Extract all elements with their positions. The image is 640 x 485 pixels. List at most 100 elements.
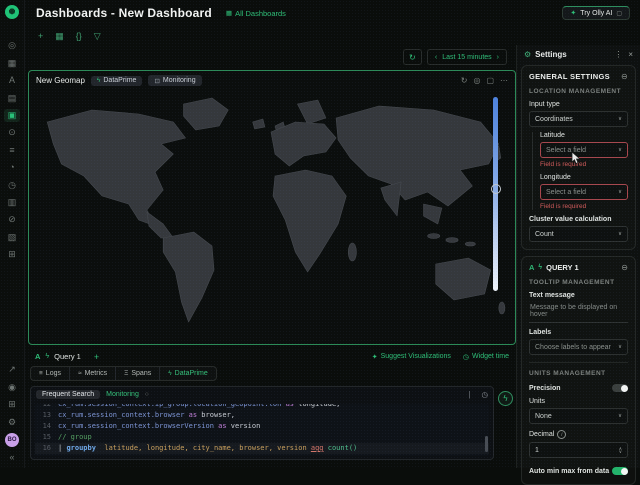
time-range-picker[interactable]: ‹ Last 15 minutes › [427,49,507,65]
settings-icon[interactable]: ⚙ [4,416,20,429]
widget-time-button[interactable]: ◷ Widget time [463,353,509,361]
livetail-icon[interactable]: ▤ [4,92,20,105]
logs-icon[interactable]: ≡ [4,144,20,157]
time-next-icon[interactable]: › [497,54,499,61]
refresh-button[interactable]: ↻ [403,49,422,65]
color-scale-bar[interactable] [493,97,498,291]
time-prev-icon[interactable]: ‹ [435,54,437,61]
world-map[interactable] [33,92,511,340]
insights-icon[interactable]: ⊙ [4,126,20,139]
units-management-label: UNITS MANAGEMENT [529,370,628,377]
collapse-query1-icon[interactable]: ⊖ [621,263,628,272]
location-management-label: LOCATION MANAGEMENT [529,88,628,95]
apps-icon[interactable]: ⊞ [4,398,20,411]
explore-icon[interactable]: ▦ [4,57,20,70]
editor-info-icon[interactable]: ○ [145,391,149,398]
search-icon[interactable]: ◎ [4,39,20,52]
left-sidebar: ◎ ▦ A ▤ ▣ ⊙ ≡ ◔ ◷ ▥ ⊘ ▧ ⊞ ↗ ◉ ⊞ ⚙ BO « [0,0,25,468]
widget-menu-icon[interactable]: ⋯ [500,76,508,85]
precision-toggle[interactable] [612,384,628,392]
share-icon[interactable]: ↗ [4,363,20,376]
geomap-widget[interactable]: New Geomap ϟ DataPrime ⊡ Monitoring ↻◎▢⋯ [28,70,516,345]
security-icon[interactable]: ▧ [4,231,20,244]
labels-label: Labels [529,329,628,336]
sidebar-bottom-icons: ↗ ◉ ⊞ ⚙ [4,359,20,429]
query1-lightning-icon: ϟ [538,264,542,271]
suggest-visualizations-button[interactable]: ✦ Suggest Visualizations [372,353,451,361]
code-area[interactable]: 12cx_rum.session_context.ip_group.locati… [35,404,489,456]
units-select[interactable]: None ∨ [529,408,628,424]
editor-header: Frequent Search Monitoring ○ ⎸ ◷ [31,387,493,402]
collapse-sidebar-icon[interactable]: « [4,451,20,464]
add-widget-icon[interactable]: + [38,32,43,41]
dataprime-badge: ϟ DataPrime [91,76,143,86]
info-icon: i [557,430,566,439]
try-olly-ai-button[interactable]: ✦ Try Olly AI ▢ [562,6,630,20]
monitoring-badge: ⊡ Monitoring [148,75,201,86]
tooltip-management-label: TOOLTIP MANAGEMENT [529,279,628,286]
archive-icon[interactable]: ▥ [4,196,20,209]
widget-header: New Geomap ϟ DataPrime ⊡ Monitoring ↻◎▢⋯ [29,71,515,90]
expand-widget-icon[interactable]: ▢ [486,76,494,85]
tab-dataprime[interactable]: ϟDataPrime [160,367,216,380]
apm-icon[interactable]: ◔ [4,161,20,174]
query-bar: A ϟ Query 1 + ✦ Suggest Visualizations ◷… [28,348,516,365]
auto-minmax-toggle[interactable] [612,467,628,475]
chevron-down-icon: ∨ [618,147,622,153]
tab-logs[interactable]: ≡Logs [31,367,70,380]
text-message-input[interactable]: Message to be displayed on hover [529,302,628,323]
dataprime-indicator-icon[interactable]: ϟ [498,391,513,406]
general-settings-title: GENERAL SETTINGS [529,72,610,81]
all-dashboards-link[interactable]: ▦ All Dashboards [226,9,286,18]
monitoring-tab[interactable]: Monitoring [106,391,139,398]
notifications-icon[interactable]: ◉ [4,381,20,394]
timeline-icon[interactable]: ◷ [4,179,20,192]
metrics-icon: ≈ [78,370,82,377]
input-type-label: Input type [529,101,628,108]
text-message-label: Text message [529,292,628,299]
frequent-search-tab[interactable]: Frequent Search [36,390,100,399]
units-label: Units [529,398,628,405]
integrations-icon[interactable]: ⊞ [4,248,20,261]
add-query-button[interactable]: + [94,352,99,362]
alerts-icon[interactable]: A [4,74,20,87]
editor-scrollbar[interactable] [485,436,488,452]
logs-icon: ≡ [39,370,43,377]
datasource-tabs: ≡Logs≈MetricsΞSpansϟDataPrime [28,365,516,382]
code-line-16: 16| groupby latitude, longitude, city_na… [35,443,489,454]
history-icon[interactable]: ◷ [481,390,488,399]
refresh-widget-icon[interactable]: ↻ [461,76,468,85]
settings-close-icon[interactable]: × [628,50,633,59]
latitude-select[interactable]: Select a field ∨ [540,142,628,158]
code-line-13: 13cx_rum.session_context.browser as brow… [35,410,489,421]
focus-widget-icon[interactable]: ◎ [473,76,480,85]
query1-letter: A [529,263,534,272]
separator: ⎸ [469,390,477,400]
user-avatar[interactable]: BO [5,433,19,447]
tab-metrics[interactable]: ≈Metrics [70,367,116,380]
chevron-down-icon: ∨ [618,413,622,419]
code-line-15: 15// group [35,432,489,443]
chevron-down-icon: ∨ [618,344,622,350]
collapse-general-icon[interactable]: ⊖ [621,72,628,81]
clock-icon: ◷ [463,353,469,361]
coralogix-logo-icon[interactable] [5,5,19,19]
input-type-select[interactable]: Coordinates ∨ [529,111,628,127]
longitude-error: Field is required [540,203,628,210]
labels-select[interactable]: Choose labels to appear ∨ [529,339,628,355]
tab-spans[interactable]: ΞSpans [116,367,160,380]
settings-kebab-icon[interactable]: ⋮ [614,50,622,59]
filter-icon[interactable]: ▽ [94,32,101,41]
variables-icon[interactable]: {} [76,32,82,41]
layout-icon[interactable]: ▦ [55,32,64,41]
usage-icon[interactable]: ⊘ [4,213,20,226]
step-down-icon[interactable]: ∨ [619,450,622,453]
query-name[interactable]: Query 1 [54,352,81,361]
longitude-select[interactable]: Select a field ∨ [540,184,628,200]
color-scale-handle[interactable] [491,184,501,194]
cluster-calc-select[interactable]: Count ∨ [529,226,628,242]
dashboards-icon[interactable]: ▣ [4,109,20,122]
decimal-input[interactable]: 1 ∧ ∨ [529,442,628,458]
query-editor[interactable]: Frequent Search Monitoring ○ ⎸ ◷ 12cx_ru… [30,386,494,460]
precision-label: Precision [529,385,561,392]
